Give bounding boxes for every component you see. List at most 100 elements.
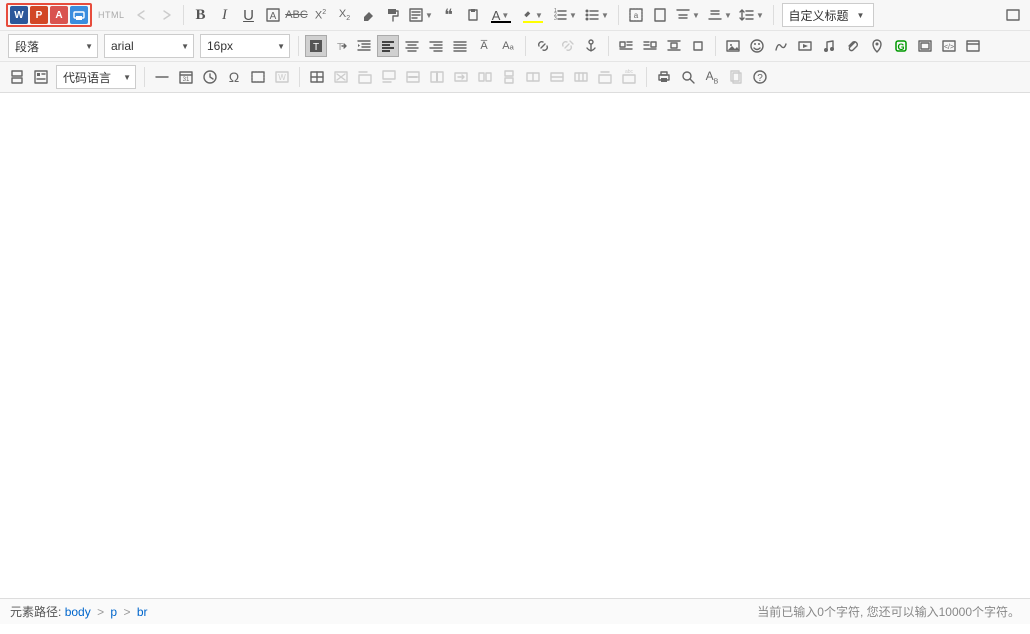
paragraph-select[interactable]: 段落▼ <box>8 34 98 58</box>
selectall-button[interactable]: a <box>625 4 647 26</box>
merge-right-button[interactable] <box>474 66 496 88</box>
editor-content-area[interactable] <box>0 93 1030 598</box>
insertparagraph-before-button[interactable] <box>354 66 376 88</box>
split-cells-button[interactable] <box>522 66 544 88</box>
italic-button[interactable]: I <box>214 4 236 26</box>
insert-image-button[interactable] <box>722 35 744 57</box>
image-right-button[interactable] <box>639 35 661 57</box>
direction-rtl-button[interactable]: T <box>329 35 351 57</box>
font-family-select[interactable]: arial▼ <box>104 34 194 58</box>
touppercase-button[interactable]: A̅ <box>473 35 495 57</box>
delete-caption-button[interactable] <box>594 66 616 88</box>
format-paint-button[interactable] <box>382 4 404 26</box>
anchor-button[interactable] <box>580 35 602 57</box>
strikethrough-button[interactable]: ABC <box>286 4 308 26</box>
align-right-button[interactable] <box>425 35 447 57</box>
forecolor-button[interactable]: A▼ <box>486 4 516 26</box>
separator <box>608 36 609 56</box>
tolowercase-button[interactable]: Aₐ <box>497 35 519 57</box>
map-button[interactable] <box>866 35 888 57</box>
unlink-button[interactable] <box>556 35 578 57</box>
delete-row-button[interactable] <box>402 66 424 88</box>
blockquote-button[interactable]: ❝ <box>438 4 460 26</box>
autotypeset-button[interactable]: ▼ <box>406 4 436 26</box>
link-button[interactable] <box>532 35 554 57</box>
pasteplain-button[interactable] <box>462 4 484 26</box>
print-icon-button[interactable] <box>653 66 675 88</box>
fontborder-button[interactable]: A <box>262 4 284 26</box>
separator <box>144 67 145 87</box>
redo-button[interactable] <box>155 4 177 26</box>
time-button[interactable] <box>199 66 221 88</box>
superscript-button[interactable]: X2 <box>310 4 332 26</box>
backcolor-button[interactable]: ▼ <box>518 4 548 26</box>
music-button[interactable] <box>818 35 840 57</box>
image-center-button[interactable] <box>663 35 685 57</box>
align-center-button[interactable] <box>401 35 423 57</box>
drafts-button[interactable] <box>725 66 747 88</box>
editor-toolbar: W P A HTML B I U A ABC X2 X2 ▼ ❝ A▼ ▼ 12… <box>0 0 1030 93</box>
toolbar-row-3: 代码语言▼ 31 Ω W abc AB ? <box>0 61 1030 92</box>
code-language-select[interactable]: 代码语言▼ <box>56 65 136 89</box>
path-p[interactable]: p <box>110 605 117 619</box>
wordimage-button[interactable]: W <box>271 66 293 88</box>
insert-caption-button[interactable]: abc <box>618 66 640 88</box>
pagebreak-button[interactable] <box>6 66 28 88</box>
align-justify-button[interactable] <box>449 35 471 57</box>
template-button[interactable] <box>30 66 52 88</box>
print-button[interactable] <box>70 6 88 24</box>
merge-down-button[interactable] <box>498 66 520 88</box>
import-pdf-button[interactable]: A <box>50 6 68 24</box>
scrawl-button[interactable] <box>770 35 792 57</box>
bold-button[interactable]: B <box>190 4 212 26</box>
lineheight-button[interactable]: ▼ <box>737 4 767 26</box>
eraser-button[interactable] <box>358 4 380 26</box>
source-html-button[interactable]: HTML <box>94 10 129 20</box>
insert-frame-button[interactable] <box>914 35 936 57</box>
path-br[interactable]: br <box>137 605 148 619</box>
insert-code-button[interactable]: </> <box>938 35 960 57</box>
delete-col-button[interactable] <box>426 66 448 88</box>
split-rows-button[interactable] <box>546 66 568 88</box>
underline-button[interactable]: U <box>238 4 260 26</box>
merge-cells-button[interactable] <box>450 66 472 88</box>
fullscreen-button[interactable] <box>1002 4 1024 26</box>
insert-table-button[interactable] <box>306 66 328 88</box>
insert-video-button[interactable] <box>794 35 816 57</box>
date-button[interactable]: 31 <box>175 66 197 88</box>
webapp-button[interactable] <box>962 35 984 57</box>
font-size-select[interactable]: 16px▼ <box>200 34 290 58</box>
svg-text:T: T <box>313 42 319 53</box>
horizontal-rule-button[interactable] <box>151 66 173 88</box>
undo-button[interactable] <box>131 4 153 26</box>
help-button[interactable]: ? <box>749 66 771 88</box>
import-word-button[interactable]: W <box>10 6 28 24</box>
delete-table-button[interactable] <box>330 66 352 88</box>
attachment-button[interactable] <box>842 35 864 57</box>
custom-title-select[interactable]: 自定义标题▼ <box>782 3 874 27</box>
import-ppt-button[interactable]: P <box>30 6 48 24</box>
rowspacing-bottom-button[interactable]: ▼ <box>705 4 735 26</box>
insertparagraph-after-button[interactable] <box>378 66 400 88</box>
split-cols-button[interactable] <box>570 66 592 88</box>
path-body[interactable]: body <box>65 605 91 619</box>
direction-ltr-button[interactable]: T <box>305 35 327 57</box>
align-left-button[interactable] <box>377 35 399 57</box>
preview-button[interactable] <box>677 66 699 88</box>
gmap-button[interactable]: G <box>890 35 912 57</box>
image-left-button[interactable] <box>615 35 637 57</box>
indent-button[interactable] <box>353 35 375 57</box>
svg-text:?: ? <box>757 73 763 84</box>
separator <box>715 36 716 56</box>
cleardoc-button[interactable] <box>649 4 671 26</box>
unordered-list-button[interactable]: ▼ <box>582 4 612 26</box>
search-replace-button[interactable]: AB <box>701 66 723 88</box>
spechars-button[interactable]: Ω <box>223 66 245 88</box>
subscript-button[interactable]: X2 <box>334 4 356 26</box>
svg-text:3: 3 <box>554 16 557 22</box>
rowspacing-top-button[interactable]: ▼ <box>673 4 703 26</box>
ordered-list-button[interactable]: 123▼ <box>550 4 580 26</box>
snapscreen-button[interactable] <box>247 66 269 88</box>
emotion-button[interactable] <box>746 35 768 57</box>
image-none-button[interactable] <box>687 35 709 57</box>
